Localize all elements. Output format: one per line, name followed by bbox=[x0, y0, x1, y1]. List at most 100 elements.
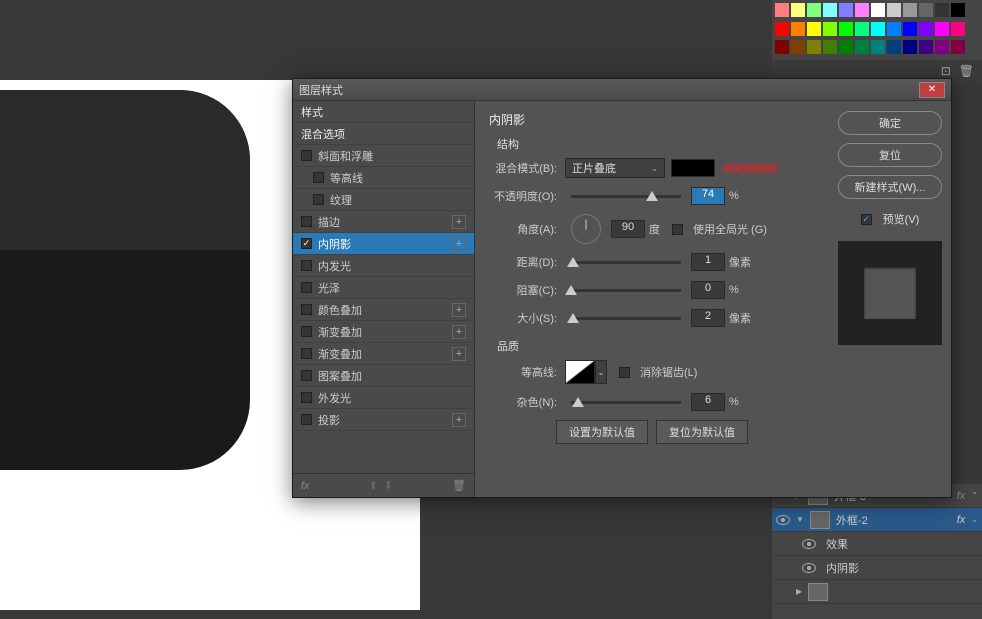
fx-checkbox[interactable] bbox=[301, 370, 312, 381]
swatch[interactable] bbox=[839, 3, 853, 17]
contour-picker[interactable] bbox=[565, 360, 595, 384]
distance-slider[interactable] bbox=[571, 261, 681, 264]
swatch[interactable] bbox=[823, 22, 837, 36]
swatch[interactable] bbox=[935, 22, 949, 36]
swatch[interactable] bbox=[807, 40, 821, 54]
ok-button[interactable]: 确定 bbox=[838, 111, 942, 135]
noise-slider[interactable] bbox=[571, 401, 681, 404]
dialog-titlebar[interactable]: 图层样式 ✕ bbox=[293, 79, 951, 101]
swatch[interactable] bbox=[823, 40, 837, 54]
fx-checkbox[interactable] bbox=[301, 216, 312, 227]
fx-item-13[interactable]: 外发光 bbox=[293, 387, 474, 409]
fx-item-1[interactable]: 混合选项 bbox=[293, 123, 474, 145]
choke-input[interactable]: 0 bbox=[691, 281, 725, 299]
fx-checkbox[interactable] bbox=[301, 326, 312, 337]
layer-effect-item[interactable]: 内阴影 bbox=[772, 556, 982, 580]
fx-item-6[interactable]: 内阴影+ bbox=[293, 233, 474, 255]
swatch[interactable] bbox=[791, 3, 805, 17]
preview-checkbox[interactable] bbox=[861, 214, 872, 225]
move-up-icon[interactable]: ⬆ bbox=[369, 479, 378, 492]
move-down-icon[interactable]: ⬇ bbox=[384, 479, 393, 492]
set-defaults-button[interactable]: 设置为默认值 bbox=[556, 420, 648, 444]
size-input[interactable]: 2 bbox=[691, 309, 725, 327]
new-style-button[interactable]: 新建样式(W)... bbox=[838, 175, 942, 199]
fx-checkbox[interactable] bbox=[301, 150, 312, 161]
blend-mode-dropdown[interactable]: 正片叠底 ⌄ bbox=[565, 158, 665, 178]
swatch[interactable] bbox=[935, 40, 949, 54]
swatch[interactable] bbox=[855, 40, 869, 54]
fx-item-4[interactable]: 纹理 bbox=[293, 189, 474, 211]
eye-icon[interactable] bbox=[776, 515, 790, 525]
fx-item-12[interactable]: 图案叠加 bbox=[293, 365, 474, 387]
swatch[interactable] bbox=[775, 22, 789, 36]
new-swatch-icon[interactable]: ⊡ bbox=[941, 64, 951, 78]
layer-effects-row[interactable]: 效果 bbox=[772, 532, 982, 556]
swatch[interactable] bbox=[839, 22, 853, 36]
angle-input[interactable]: 90 bbox=[611, 220, 645, 238]
layer-row[interactable]: ▶ bbox=[772, 580, 982, 604]
fx-item-0[interactable]: 样式 bbox=[293, 101, 474, 123]
shadow-color-swatch[interactable] bbox=[671, 159, 715, 177]
swatch[interactable] bbox=[903, 40, 917, 54]
chevron-down-icon[interactable]: ⌄ bbox=[971, 515, 978, 524]
chevron-right-icon[interactable]: ▶ bbox=[796, 587, 802, 596]
fx-checkbox[interactable] bbox=[301, 414, 312, 425]
fx-checkbox[interactable] bbox=[301, 282, 312, 293]
fx-item-14[interactable]: 投影+ bbox=[293, 409, 474, 431]
swatch[interactable] bbox=[903, 22, 917, 36]
swatch[interactable] bbox=[919, 3, 933, 17]
opacity-input[interactable]: 74 bbox=[691, 187, 725, 205]
fx-item-10[interactable]: 渐变叠加+ bbox=[293, 321, 474, 343]
swatch[interactable] bbox=[887, 3, 901, 17]
fx-item-8[interactable]: 光泽 bbox=[293, 277, 474, 299]
fx-checkbox[interactable] bbox=[301, 260, 312, 271]
reset-button[interactable]: 复位 bbox=[838, 143, 942, 167]
swatch[interactable] bbox=[887, 40, 901, 54]
chevron-down-icon[interactable]: ⌃ bbox=[971, 491, 978, 500]
angle-dial[interactable] bbox=[571, 214, 601, 244]
fx-item-11[interactable]: 渐变叠加+ bbox=[293, 343, 474, 365]
add-effect-icon[interactable]: + bbox=[452, 325, 466, 339]
swatch[interactable] bbox=[951, 3, 965, 17]
swatch[interactable] bbox=[887, 22, 901, 36]
fx-item-3[interactable]: 等高线 bbox=[293, 167, 474, 189]
add-effect-icon[interactable]: + bbox=[452, 413, 466, 427]
swatch[interactable] bbox=[871, 22, 885, 36]
fx-menu-icon[interactable]: fx bbox=[301, 480, 310, 492]
swatch[interactable] bbox=[855, 22, 869, 36]
swatch[interactable] bbox=[919, 22, 933, 36]
swatch[interactable] bbox=[951, 22, 965, 36]
swatch[interactable] bbox=[903, 3, 917, 17]
layer-row-selected[interactable]: ▼ 外框-2 fx ⌄ bbox=[772, 508, 982, 532]
fx-checkbox[interactable] bbox=[301, 348, 312, 359]
swatch[interactable] bbox=[775, 3, 789, 17]
fx-checkbox[interactable] bbox=[301, 238, 312, 249]
swatch[interactable] bbox=[839, 40, 853, 54]
opacity-slider[interactable] bbox=[571, 195, 681, 198]
close-button[interactable]: ✕ bbox=[919, 82, 945, 98]
swatch[interactable] bbox=[823, 3, 837, 17]
add-effect-icon[interactable]: + bbox=[452, 237, 466, 251]
size-slider[interactable] bbox=[571, 317, 681, 320]
swatch[interactable] bbox=[871, 3, 885, 17]
global-light-checkbox[interactable] bbox=[672, 224, 683, 235]
swatch[interactable] bbox=[951, 40, 965, 54]
chevron-down-icon[interactable]: ▼ bbox=[796, 515, 804, 524]
fx-checkbox[interactable] bbox=[301, 392, 312, 403]
eye-icon[interactable] bbox=[802, 539, 816, 549]
swatch[interactable] bbox=[807, 22, 821, 36]
swatch[interactable] bbox=[855, 3, 869, 17]
fx-item-7[interactable]: 内发光 bbox=[293, 255, 474, 277]
delete-effect-icon[interactable]: 🗑 bbox=[452, 479, 466, 492]
reset-defaults-button[interactable]: 复位为默认值 bbox=[656, 420, 748, 444]
add-effect-icon[interactable]: + bbox=[452, 303, 466, 317]
delete-swatch-icon[interactable]: 🗑 bbox=[959, 64, 974, 78]
swatch[interactable] bbox=[791, 40, 805, 54]
fx-item-2[interactable]: 斜面和浮雕 bbox=[293, 145, 474, 167]
eye-icon[interactable] bbox=[802, 563, 816, 573]
noise-input[interactable]: 6 bbox=[691, 393, 725, 411]
fx-checkbox[interactable] bbox=[313, 194, 324, 205]
swatch[interactable] bbox=[807, 3, 821, 17]
add-effect-icon[interactable]: + bbox=[452, 347, 466, 361]
fx-checkbox[interactable] bbox=[301, 304, 312, 315]
